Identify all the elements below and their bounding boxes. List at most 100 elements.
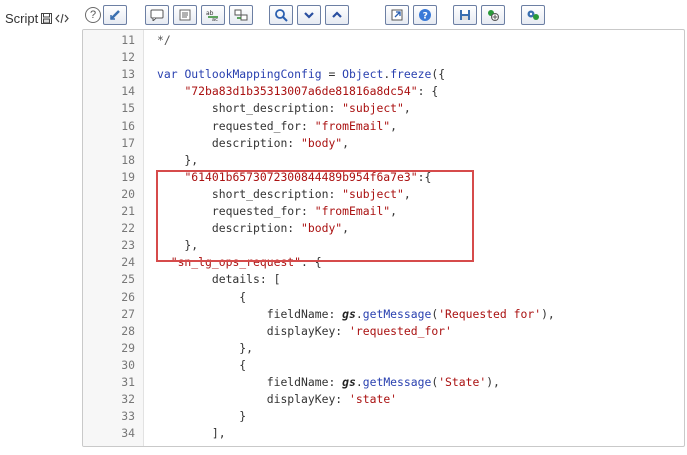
code-token: . — [355, 375, 363, 389]
code-token: . — [355, 306, 363, 321]
format-code-button[interactable] — [173, 5, 197, 25]
line-number: 13 — [121, 67, 135, 82]
svg-text:ac: ac — [212, 17, 218, 21]
code-text: "61401b6573072300844489b954f6a7e3":{ — [157, 169, 431, 186]
code-text: displayKey: 'requested_for' — [157, 323, 452, 340]
code-text: { — [157, 289, 246, 306]
code-token: "body" — [301, 135, 343, 150]
line-number: 20 — [121, 186, 135, 201]
code-token: "72ba83d1b35313007a6de81816a8dc54" — [184, 84, 418, 99]
code-line: 13 var OutlookMappingConfig = Object.free… — [83, 66, 683, 83]
code-line: 20 short_description: "subject", — [83, 186, 683, 203]
code-icon[interactable] — [55, 13, 70, 24]
code-text: { — [157, 357, 246, 374]
code-token: , — [403, 101, 411, 116]
code-text: var OutlookMappingConfig = Object.freeze… — [157, 66, 445, 83]
search-icon — [275, 9, 288, 22]
find-next-button[interactable] — [297, 5, 321, 25]
code-token: }, — [157, 238, 199, 253]
settings-button[interactable] — [521, 5, 545, 25]
replace-all-icon — [234, 9, 248, 21]
line-number: 11 — [121, 33, 135, 47]
script-field-label: Script — [5, 11, 70, 26]
code-token: freeze — [390, 67, 432, 82]
code-line: 16 requested_for: "fromEmail", — [83, 118, 683, 135]
line-number: 26 — [121, 289, 135, 304]
comment-button[interactable] — [145, 5, 169, 25]
code-token: ), — [541, 306, 555, 321]
replace-all-button[interactable] — [229, 5, 253, 25]
code-text: } — [157, 408, 246, 425]
code-token: "subject" — [342, 101, 404, 116]
code-line: 17 description: "body", — [83, 135, 683, 152]
code-text: "72ba83d1b35313007a6de81816a8dc54": { — [157, 83, 438, 100]
code-text: requested_for: "fromEmail", — [157, 118, 397, 135]
field-label-text: Script — [5, 11, 39, 26]
code-line: 26 { — [83, 289, 683, 306]
code-token: }, — [157, 152, 199, 167]
help-button[interactable]: ? — [85, 7, 101, 23]
code-token: 'state' — [349, 392, 398, 407]
code-token: 'requested_for' — [349, 323, 452, 338]
search-button[interactable] — [269, 5, 293, 25]
line-number: 16 — [121, 118, 135, 133]
code-line: 33 } — [83, 408, 683, 425]
code-text: requested_for: "fromEmail", — [157, 203, 397, 220]
line-number: 18 — [121, 152, 135, 167]
script-editor[interactable]: 11 */ 12 13 var OutlookMappingConfig = Objec… — [82, 29, 685, 447]
line-number: 25 — [121, 272, 135, 287]
code-token: ), — [486, 375, 500, 389]
code-text: }, — [157, 237, 198, 254]
settings-icon — [527, 10, 539, 20]
code-line: 27 fieldName: gs.getMessage('Requested f… — [83, 306, 683, 323]
code-text: fieldName: gs.getMessage('State'), — [157, 374, 500, 391]
script-debugger-icon — [488, 10, 499, 21]
code-text: */ — [157, 32, 171, 49]
code-token: 'Requested for' — [438, 306, 542, 321]
code-token: } — [157, 409, 247, 424]
code-token: */ — [157, 33, 171, 47]
find-previous-icon — [332, 11, 342, 18]
find-previous-button[interactable] — [325, 5, 349, 25]
code-token: "fromEmail" — [314, 204, 391, 218]
svg-text:ab: ab — [206, 10, 214, 17]
replace-icon: abac — [206, 10, 218, 21]
code-text: short_description: "subject", — [157, 100, 411, 117]
save-icon[interactable] — [41, 13, 53, 24]
code-token: "61401b6573072300844489b954f6a7e3" — [184, 169, 418, 184]
save-button[interactable] — [453, 5, 477, 25]
code-text: description: "body", — [157, 135, 349, 152]
code-line: 19 "61401b6573072300844489b954f6a7e3":{ — [83, 169, 683, 186]
code-line: 22 description: "body", — [83, 220, 683, 237]
code-token: OutlookMappingConfig — [184, 67, 322, 82]
code-line: 15 short_description: "subject", — [83, 100, 683, 117]
code-token: gs — [342, 306, 356, 321]
code-token: details: [ — [157, 272, 281, 287]
code-token: { — [157, 357, 247, 372]
line-number: 14 — [121, 84, 135, 99]
code-line: 24 "sn_lg_ops_request": { — [83, 254, 683, 271]
toggle-fullscreen-button[interactable] — [103, 5, 127, 25]
comment-icon — [150, 9, 164, 21]
code-token: , — [342, 221, 350, 236]
line-number: 24 — [121, 255, 135, 270]
code-text: details: [ — [157, 271, 281, 288]
script-debugger-button[interactable] — [481, 5, 505, 25]
line-number: 23 — [121, 238, 135, 253]
open-button[interactable] — [385, 5, 409, 25]
code-text: description: "body", — [157, 220, 349, 237]
code-token: description: — [157, 135, 302, 150]
code-text: short_description: "subject", — [157, 186, 411, 203]
replace-button[interactable]: ab ac — [201, 5, 225, 25]
code-token: "subject" — [342, 186, 404, 201]
line-number: 22 — [121, 221, 135, 236]
code-text: fieldName: gs.getMessage('Requested for'… — [157, 306, 555, 323]
code-token: getMessage — [362, 375, 432, 389]
open-icon — [391, 9, 403, 21]
code-token: , — [403, 186, 411, 201]
help-toolbar-button[interactable]: ? — [413, 5, 437, 25]
code-token: , — [342, 135, 350, 150]
